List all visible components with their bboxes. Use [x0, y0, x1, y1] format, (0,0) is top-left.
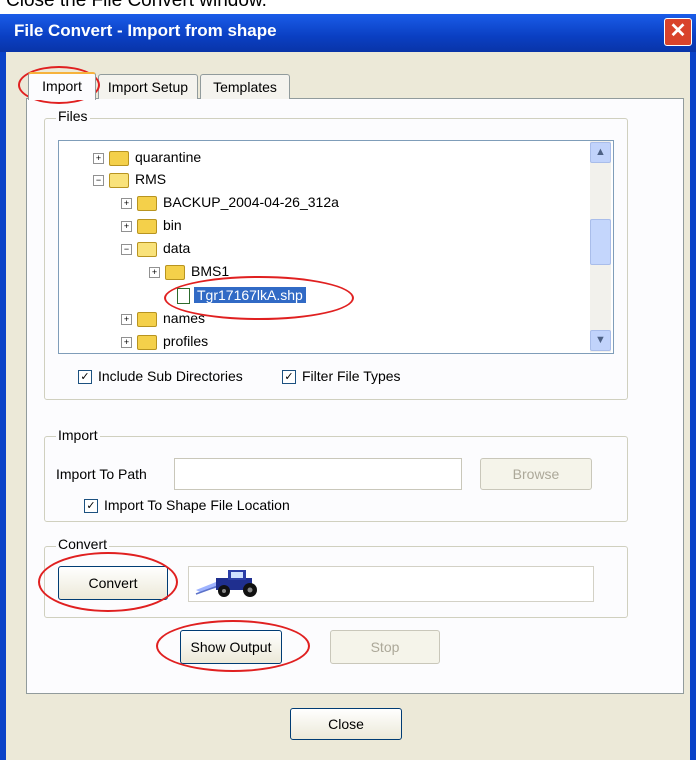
instruction-caption: Close the File Convert window.: [6, 0, 267, 11]
folder-icon: [137, 218, 157, 234]
browse-button[interactable]: Browse: [480, 458, 592, 490]
window-title: File Convert - Import from shape: [14, 21, 277, 40]
shape-location-checkbox[interactable]: ✓: [84, 499, 98, 514]
filter-types-checkbox[interactable]: ✓: [282, 370, 296, 385]
expand-icon[interactable]: +: [93, 152, 104, 164]
folder-icon: [137, 311, 157, 327]
tractor-icon: [195, 570, 257, 597]
tree-item-label: RMS: [135, 171, 167, 187]
tree-item-rms[interactable]: − RMS: [93, 169, 166, 189]
filter-types-label: Filter File Types: [302, 368, 401, 384]
include-subdirs-option[interactable]: ✓ Include Sub Directories: [78, 368, 243, 385]
include-subdirs-checkbox[interactable]: ✓: [78, 370, 92, 385]
tab-templates[interactable]: Templates: [200, 74, 290, 99]
scroll-thumb[interactable]: [590, 219, 611, 265]
expand-icon[interactable]: +: [149, 266, 160, 278]
folder-icon: [137, 334, 157, 350]
expand-icon[interactable]: +: [121, 220, 132, 232]
filter-types-option[interactable]: ✓ Filter File Types: [282, 368, 401, 385]
import-path-label: Import To Path: [56, 466, 147, 482]
file-tree[interactable]: + quarantine − RMS + BACKUP_2004-04-26_312a…: [58, 140, 614, 354]
expand-icon[interactable]: +: [121, 313, 132, 325]
folder-icon: [165, 264, 185, 280]
tree-item-backup[interactable]: + BACKUP_2004-04-26_312a: [121, 192, 339, 212]
import-path-input[interactable]: [174, 458, 462, 490]
expand-icon[interactable]: +: [121, 197, 132, 209]
open-folder-icon: [109, 172, 129, 188]
tree-item-label: bin: [163, 217, 182, 233]
tree-item-quarantine[interactable]: + quarantine: [93, 147, 201, 167]
highlight-ring-convert: [38, 552, 178, 612]
tree-item-profiles[interactable]: + profiles: [121, 331, 208, 351]
open-folder-icon: [137, 241, 157, 257]
collapse-icon[interactable]: −: [93, 174, 104, 186]
close-button[interactable]: Close: [290, 708, 402, 740]
tree-item-label: data: [163, 240, 191, 256]
tab-import[interactable]: Import: [28, 72, 96, 100]
folder-icon: [109, 150, 129, 166]
tree-item-bin[interactable]: + bin: [121, 215, 182, 235]
scroll-up-icon[interactable]: ▲: [590, 142, 611, 163]
shape-location-label: Import To Shape File Location: [104, 497, 290, 513]
scroll-down-icon[interactable]: ▼: [590, 330, 611, 351]
stop-button[interactable]: Stop: [330, 630, 440, 664]
tree-item-label: BACKUP_2004-04-26_312a: [163, 194, 339, 210]
import-group-label: Import: [56, 427, 100, 443]
folder-icon: [137, 195, 157, 211]
tree-item-label: quarantine: [135, 149, 202, 165]
window-close-button[interactable]: ✕: [664, 18, 692, 46]
shape-location-option[interactable]: ✓ Import To Shape File Location: [84, 497, 290, 514]
highlight-ring-show-output: [156, 620, 310, 672]
files-group-label: Files: [56, 108, 90, 124]
tree-item-label: profiles: [163, 333, 209, 349]
include-subdirs-label: Include Sub Directories: [98, 368, 243, 384]
tree-item-data[interactable]: − data: [121, 238, 190, 258]
highlight-ring-shapefile: [164, 276, 354, 320]
expand-icon[interactable]: +: [121, 336, 132, 348]
tree-scrollbar[interactable]: ▲ ▼: [590, 141, 611, 352]
collapse-icon[interactable]: −: [121, 243, 132, 255]
convert-group-label: Convert: [56, 536, 110, 552]
tab-import-setup[interactable]: Import Setup: [98, 74, 198, 99]
